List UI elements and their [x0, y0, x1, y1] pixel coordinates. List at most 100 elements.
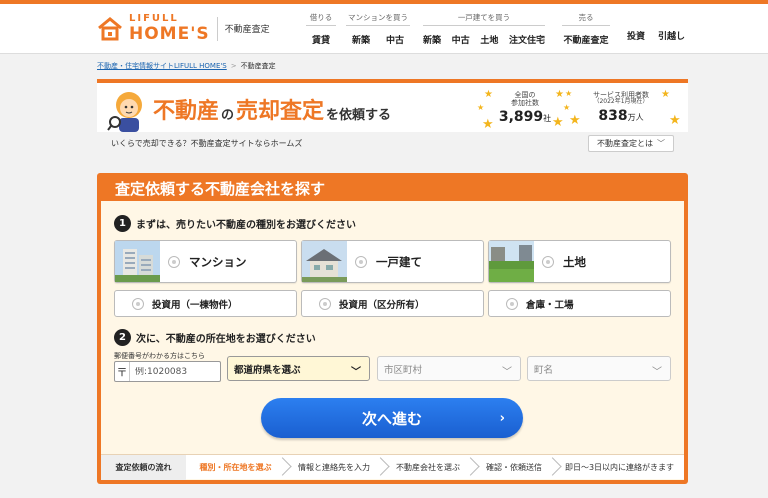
- nav-link-rent[interactable]: 賃貸: [312, 33, 330, 46]
- property-type-label: 倉庫・工場: [526, 299, 574, 311]
- zip-caption: 郵便番号がわかる方はこちら: [114, 352, 205, 360]
- nav-link-house-new[interactable]: 新築: [423, 33, 441, 46]
- nav-link-house-used[interactable]: 中古: [452, 33, 470, 46]
- land-photo: [489, 241, 534, 282]
- site-logo[interactable]: LIFULL HOME'S 不動産査定: [97, 14, 270, 43]
- hero-banner: 不動産 の 売却査定 を依頼する ★ ★ ★ ★ ★ ★ 全国の 参加社数 3,…: [97, 79, 688, 154]
- prefecture-value: 都道府県を選ぶ: [234, 364, 301, 376]
- star-icon: ★: [477, 103, 485, 112]
- nav-group-house: 一戸建てを買う 新築 中古 土地 注文住宅: [423, 12, 545, 46]
- step-number: 2: [114, 329, 131, 346]
- nav-link-moving[interactable]: 引越し: [658, 29, 685, 42]
- nav-link-appraisal[interactable]: 不動産査定: [563, 33, 608, 46]
- step-2-heading: 2 次に、不動産の所在地をお選びください: [114, 329, 316, 346]
- zip-input[interactable]: [130, 366, 218, 377]
- postal-mark-icon: 〒: [115, 362, 130, 381]
- stat-unit: 社: [543, 114, 552, 124]
- property-type-label: 土地: [563, 254, 586, 269]
- chevron-down-icon: ﹀: [652, 367, 662, 378]
- service-users-stat: サービス利用者数 （2022年1月現在） 838万人: [580, 91, 662, 124]
- city-select[interactable]: 市区町村 ﹀: [377, 356, 521, 381]
- stat-label: 全国の: [514, 91, 536, 99]
- property-type-label: マンション: [189, 254, 247, 269]
- property-type-label: 投資用（一棟物件）: [152, 299, 238, 311]
- banner-title-part4: を依頼する: [326, 108, 392, 123]
- about-appraisal-button[interactable]: 不動産査定とは ﹀: [588, 135, 674, 152]
- breadcrumb: 不動産・住宅情報サイトLIFULL HOME'S > 不動産査定: [97, 61, 276, 71]
- flow-step: 情報と連絡先を入力: [285, 455, 383, 480]
- nav-link-mansion-used[interactable]: 中古: [386, 33, 404, 46]
- nav-caption: 一戸建てを買う: [423, 12, 545, 26]
- stat-note: （2022年1月現在）: [593, 98, 649, 106]
- stat-value: 3,899: [498, 109, 544, 126]
- process-flow: 査定依頼の流れ 種別・所在地を選ぶ 情報と連絡先を入力 不動産会社を選ぶ 確認・…: [101, 454, 684, 480]
- nav-link-mansion-new[interactable]: 新築: [352, 33, 370, 46]
- breadcrumb-home-link[interactable]: 不動産・住宅情報サイトLIFULL HOME'S: [97, 61, 227, 71]
- nav-group-mansion: マンションを買う 新築 中古: [346, 12, 410, 46]
- stat-label: 参加社数: [511, 99, 539, 108]
- flow-step: 不動産会社を選ぶ: [383, 455, 473, 480]
- logo-main-text: HOME'S: [129, 24, 210, 44]
- nav-link-land[interactable]: 土地: [480, 33, 498, 46]
- property-type-investment-whole[interactable]: 投資用（一棟物件）: [114, 290, 297, 317]
- property-type-warehouse[interactable]: 倉庫・工場: [488, 290, 671, 317]
- banner-tagline: いくらで売却できる？不動産査定サイトならホームズ: [111, 138, 303, 148]
- banner-title-part3: 売却査定: [236, 99, 325, 124]
- radio-icon[interactable]: [168, 255, 180, 268]
- property-type-house[interactable]: 一戸建て: [301, 240, 484, 283]
- nav-link-custom-house[interactable]: 注文住宅: [509, 33, 545, 46]
- town-select[interactable]: 町名 ﹀: [527, 356, 671, 381]
- nav-caption: [627, 12, 685, 22]
- nav-link-investment[interactable]: 投資: [627, 29, 645, 42]
- stat-unit: 万人: [627, 112, 644, 122]
- banner-title: 不動産 の 売却査定 を依頼する: [153, 93, 391, 125]
- participating-companies-stat: 全国の 参加社数 3,899社: [494, 91, 556, 125]
- house-photo: [302, 241, 347, 282]
- radio-icon[interactable]: [542, 255, 554, 268]
- nav-group-other: 投資 引越し: [627, 12, 685, 42]
- step-number: 1: [114, 215, 131, 232]
- prefecture-select[interactable]: 都道府県を選ぶ ﹀: [227, 356, 370, 381]
- banner-title-part1: 不動産: [153, 99, 220, 124]
- star-icon: ★: [569, 113, 581, 128]
- star-icon: ★: [565, 89, 573, 98]
- town-value: 町名: [534, 364, 554, 376]
- radio-icon[interactable]: [319, 297, 331, 310]
- nav-caption: マンションを買う: [346, 12, 410, 26]
- logo-divider: [216, 16, 218, 41]
- flow-step-current: 種別・所在地を選ぶ: [186, 455, 285, 480]
- arrow-right-icon: ›: [499, 410, 505, 426]
- step-text: 次に、不動産の所在地をお選びください: [136, 334, 316, 345]
- breadcrumb-current: 不動産査定: [240, 62, 276, 70]
- house-logo-icon: [97, 16, 123, 42]
- property-type-land[interactable]: 土地: [488, 240, 671, 283]
- nav-caption: 売る: [562, 12, 610, 26]
- process-flow-label: 査定依頼の流れ: [101, 454, 186, 480]
- search-panel-title: 査定依頼する不動産会社を探す: [115, 180, 326, 198]
- radio-icon[interactable]: [132, 297, 144, 310]
- star-icon: ★: [482, 117, 494, 132]
- radio-icon[interactable]: [355, 255, 367, 268]
- next-button-label: 次へ進む: [361, 409, 422, 428]
- stat-value: 838: [598, 107, 628, 124]
- step-1-heading: 1 まずは、売りたい不動産の種別をお選びください: [114, 215, 356, 232]
- star-icon: ★: [563, 103, 571, 112]
- star-icon: ★: [661, 89, 670, 100]
- property-type-label: 一戸建て: [376, 254, 422, 269]
- radio-icon[interactable]: [506, 297, 518, 310]
- star-icon: ★: [484, 89, 493, 100]
- property-type-investment-unit[interactable]: 投資用（区分所有）: [301, 290, 484, 317]
- banner-title-part2: の: [221, 108, 235, 123]
- property-type-mansion[interactable]: マンション: [114, 240, 297, 283]
- nav-group-sell: 売る 不動産査定: [562, 12, 610, 46]
- property-type-label: 投資用（区分所有）: [339, 299, 425, 311]
- mansion-photo: [115, 241, 160, 282]
- step-text: まずは、売りたい不動産の種別をお選びください: [136, 220, 356, 231]
- star-icon: ★: [555, 89, 564, 100]
- mascot-icon: [107, 88, 149, 134]
- zip-field: 〒: [114, 361, 221, 382]
- chevron-down-icon: ﹀: [351, 367, 361, 378]
- logo-subtitle: 不動産査定: [224, 25, 270, 35]
- next-button[interactable]: 次へ進む ›: [261, 398, 523, 438]
- nav-group-rent: 借りる 賃貸: [306, 12, 336, 46]
